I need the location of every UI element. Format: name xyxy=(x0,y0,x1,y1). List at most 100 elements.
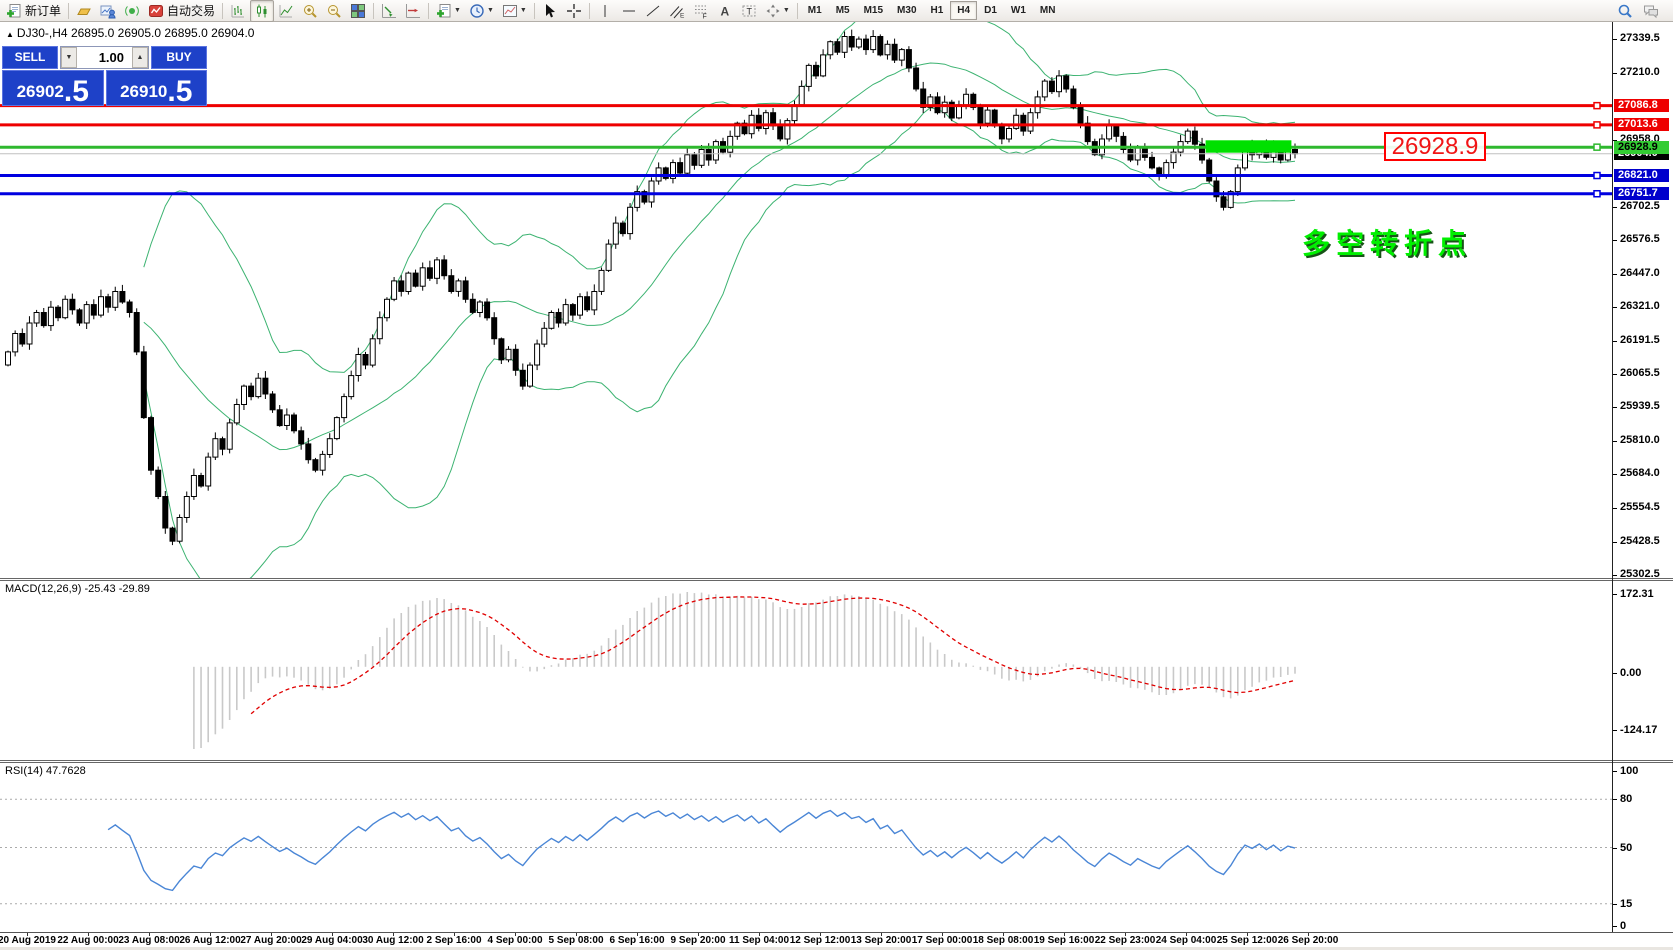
chevron-down-icon: ▼ xyxy=(520,7,527,14)
timeframe-button-d1[interactable]: D1 xyxy=(977,1,1004,20)
buy-price-main: 26910 xyxy=(120,83,167,100)
price-tick-mark xyxy=(1613,575,1617,576)
template-icon xyxy=(502,3,518,19)
timeframe-button-h4[interactable]: H4 xyxy=(950,1,977,20)
timeframe-button-mn[interactable]: MN xyxy=(1033,1,1063,20)
zoom-out-button[interactable] xyxy=(322,0,346,22)
rsi-tick-mark xyxy=(1613,771,1617,772)
svg-text:E: E xyxy=(680,12,685,19)
time-tick-label: 27 Aug 20:00 xyxy=(240,935,301,946)
text-label-icon: T xyxy=(741,3,757,19)
timeframe-button-m30[interactable]: M30 xyxy=(890,1,923,20)
arrows-dropdown[interactable]: ▼ xyxy=(761,0,794,22)
price-level-callout[interactable]: 26928.9 xyxy=(1384,132,1486,161)
time-tick-label: 25 Sep 12:00 xyxy=(1217,935,1278,946)
collapse-triangle-icon[interactable]: ▲ xyxy=(6,30,14,39)
auto-scroll-icon xyxy=(381,3,397,19)
volume-increase-button[interactable]: ▲ xyxy=(132,47,148,68)
price-tick-mark xyxy=(1613,542,1617,543)
main-price-axis[interactable]: 27339.527210.026958.026702.526576.526447… xyxy=(1613,22,1673,578)
chart-shift-button[interactable] xyxy=(401,0,425,22)
svg-text:T: T xyxy=(746,6,752,16)
templates-dropdown[interactable]: ▼ xyxy=(498,0,531,22)
tile-windows-button[interactable] xyxy=(346,0,370,22)
price-tick-mark xyxy=(1613,374,1617,375)
time-tick-label: 6 Sep 16:00 xyxy=(609,935,664,946)
zoom-in-icon xyxy=(302,3,318,19)
rsi-tick-label: 0 xyxy=(1620,920,1626,932)
bar-chart-button[interactable] xyxy=(226,0,250,22)
sell-price-button[interactable]: 26902 .5 xyxy=(2,70,104,106)
chart-shift-icon xyxy=(405,3,421,19)
toolbar-separator xyxy=(68,3,69,19)
person-chart-button[interactable] xyxy=(96,0,120,22)
macd-tick-label: 172.31 xyxy=(1620,588,1654,600)
new-chart-dropdown[interactable]: ▼ xyxy=(432,0,465,22)
timeframe-button-h1[interactable]: H1 xyxy=(924,1,951,20)
sell-price-frac: .5 xyxy=(64,79,89,105)
timeframe-button-w1[interactable]: W1 xyxy=(1004,1,1033,20)
symbol-ohlc-text: DJ30-,H4 26895.0 26905.0 26895.0 26904.0 xyxy=(17,26,255,40)
new-order-button[interactable]: 新订单 xyxy=(2,0,65,22)
crosshair-tool-button[interactable] xyxy=(562,0,586,22)
turning-point-annotation[interactable]: 多空转折点 xyxy=(1302,222,1472,262)
equidistant-channel-icon: E xyxy=(669,3,685,19)
timeframe-button-m5[interactable]: M5 xyxy=(829,1,857,20)
buy-price-button[interactable]: 26910 .5 xyxy=(106,70,208,106)
periods-dropdown[interactable]: ▼ xyxy=(465,0,498,22)
time-axis[interactable]: 20 Aug 201922 Aug 00:0023 Aug 08:0026 Au… xyxy=(0,932,1673,948)
timeframe-button-m1[interactable]: M1 xyxy=(801,1,829,20)
broadcast-icon xyxy=(124,3,140,19)
volume-value[interactable]: 1.00 xyxy=(77,47,132,68)
macd-axis[interactable]: 172.310.00-124.17 xyxy=(1613,581,1673,760)
rsi-tick-label: 100 xyxy=(1620,765,1638,777)
sell-button[interactable]: SELL xyxy=(2,46,58,69)
buy-button[interactable]: BUY xyxy=(151,46,207,69)
price-tick-label: 26191.5 xyxy=(1620,334,1660,346)
time-tick-label: 18 Sep 08:00 xyxy=(973,935,1034,946)
zoom-in-button[interactable] xyxy=(298,0,322,22)
main-chart-svg[interactable] xyxy=(0,22,1613,578)
one-click-trade-panel: SELL ▼ 1.00 ▲ BUY 26902 .5 26910 .5 xyxy=(2,46,207,106)
line-chart-button[interactable] xyxy=(274,0,298,22)
price-tick-mark xyxy=(1613,407,1617,408)
broadcast-button[interactable] xyxy=(120,0,144,22)
auto-scroll-button[interactable] xyxy=(377,0,401,22)
rsi-label: RSI(14) 47.7628 xyxy=(5,765,86,777)
price-tick-mark xyxy=(1613,307,1617,308)
macd-pane-svg[interactable] xyxy=(0,581,1613,760)
timeframe-button-m15[interactable]: M15 xyxy=(857,1,890,20)
time-tick-label: 9 Sep 20:00 xyxy=(670,935,725,946)
time-tick-label: 12 Sep 12:00 xyxy=(790,935,851,946)
auto-trading-button[interactable]: 自动交易 xyxy=(144,0,219,22)
new-order-icon xyxy=(6,3,22,19)
time-tick-label: 11 Sep 04:00 xyxy=(729,935,789,946)
arrow-shapes-icon xyxy=(765,3,781,19)
buy-price-frac: .5 xyxy=(167,79,192,105)
rsi-axis[interactable]: 1008050150 xyxy=(1613,763,1673,932)
vertical-line-tool[interactable] xyxy=(593,0,617,22)
volume-decrease-button[interactable]: ▼ xyxy=(61,47,77,68)
equidistant-channel-tool[interactable]: E xyxy=(665,0,689,22)
price-tick-label: 25554.5 xyxy=(1620,501,1660,513)
candlestick-chart-button[interactable] xyxy=(250,0,274,22)
time-tick-label: 17 Sep 00:00 xyxy=(912,935,973,946)
horizontal-line-tool[interactable] xyxy=(617,0,641,22)
chat-icon[interactable] xyxy=(1643,3,1659,19)
auto-trading-label: 自动交易 xyxy=(167,2,215,19)
svg-text:A: A xyxy=(720,4,729,18)
gold-ingot-button[interactable] xyxy=(72,0,96,22)
rsi-pane-svg[interactable] xyxy=(0,763,1613,932)
fibonacci-tool[interactable]: F xyxy=(689,0,713,22)
new-order-label: 新订单 xyxy=(25,2,61,19)
trendline-tool[interactable] xyxy=(641,0,665,22)
text-tool[interactable]: A xyxy=(713,0,737,22)
price-tick-label: 25939.5 xyxy=(1620,400,1660,412)
sell-price-main: 26902 xyxy=(17,83,64,100)
macd-tick-mark xyxy=(1613,594,1617,595)
price-tick-mark xyxy=(1613,207,1617,208)
search-icon[interactable] xyxy=(1617,3,1633,19)
cursor-tool-button[interactable] xyxy=(538,0,562,22)
crosshair-icon xyxy=(566,3,582,19)
text-label-tool[interactable]: T xyxy=(737,0,761,22)
